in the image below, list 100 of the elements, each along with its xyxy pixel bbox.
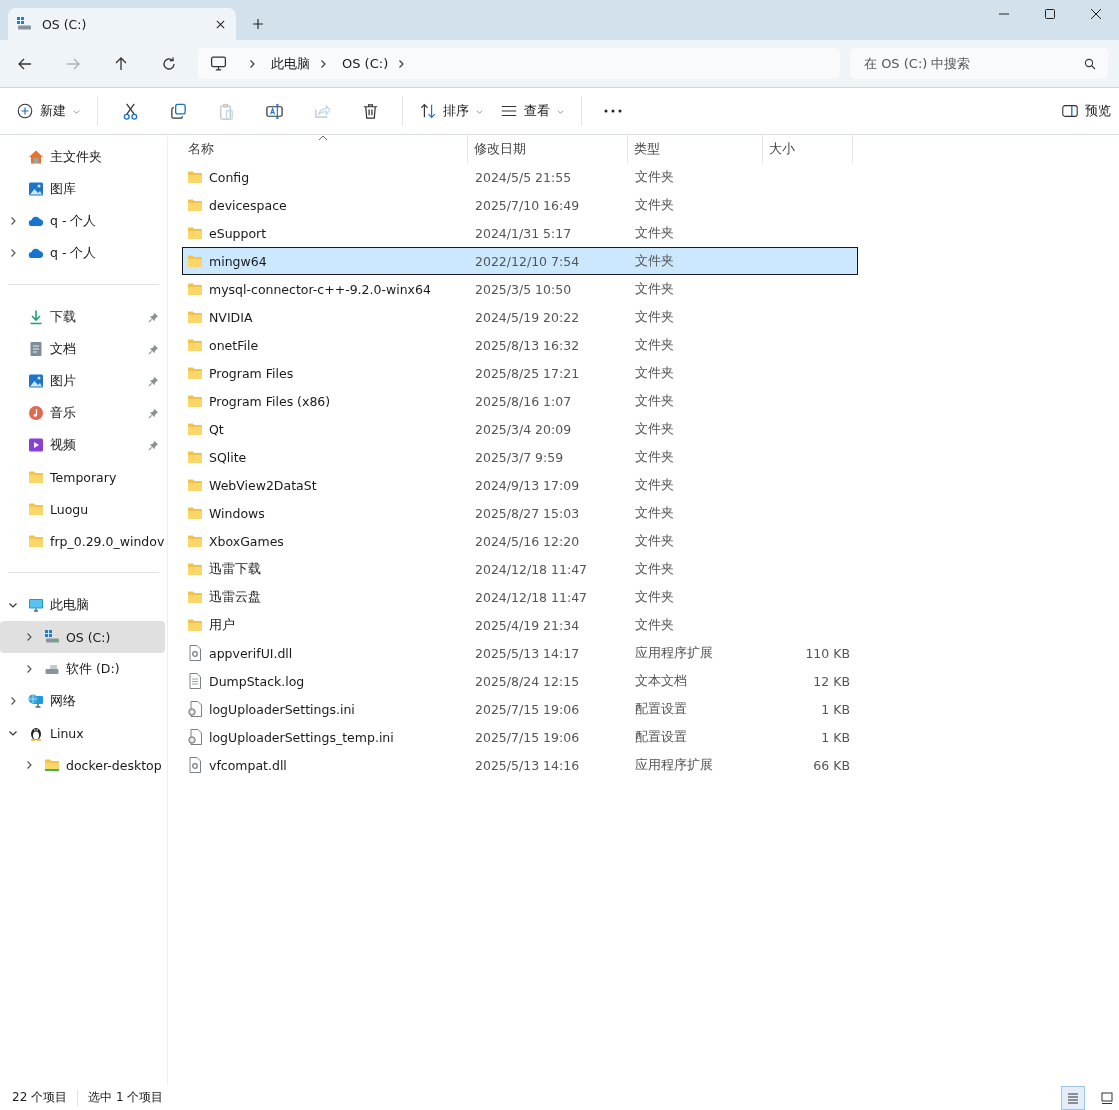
chevron-right-icon[interactable] — [8, 216, 18, 226]
file-row[interactable]: logUploaderSettings_temp.ini 2025/7/15 19:06 配置设置 1 KB — [182, 723, 858, 751]
breadcrumb-item[interactable]: 此电脑 — [271, 54, 310, 73]
chevron-right-icon[interactable] — [247, 58, 257, 69]
more-icon[interactable] — [604, 109, 622, 113]
file-row[interactable]: logUploaderSettings.ini 2025/7/15 19:06 配置设置 1 KB — [182, 695, 858, 723]
chevron-right-icon[interactable] — [24, 632, 34, 642]
folder-icon — [187, 197, 203, 213]
column-header[interactable]: 类型 — [628, 135, 763, 163]
date-cell: 2025/8/13 16:32 — [475, 337, 580, 353]
file-row[interactable]: appverifUI.dll 2025/5/13 14:17 应用程序扩展 110 KB — [182, 639, 858, 667]
pin-icon[interactable] — [148, 407, 159, 419]
window-tab[interactable]: OS (C:) — [8, 8, 236, 40]
sidebar-item[interactable]: 主文件夹 — [0, 141, 165, 173]
sidebar-item[interactable]: 图库 — [0, 173, 165, 205]
picture-icon — [28, 373, 44, 389]
rename-icon[interactable] — [264, 101, 284, 121]
file-row[interactable]: SQlite 2025/3/7 9:59 文件夹 — [182, 443, 858, 471]
sidebar-item[interactable]: 此电脑 — [0, 589, 165, 621]
file-name: onetFile — [209, 337, 259, 353]
file-row[interactable]: NVIDIA 2024/5/19 20:22 文件夹 — [182, 303, 858, 331]
sidebar-item[interactable]: 视频 — [0, 429, 165, 461]
sort-button[interactable]: 排序 — [411, 96, 492, 126]
sidebar-item[interactable]: 网络 — [0, 685, 165, 717]
file-row[interactable]: 迅雷云盘 2024/12/18 11:47 文件夹 — [182, 583, 858, 611]
file-row[interactable]: devicespace 2025/7/10 16:49 文件夹 — [182, 191, 858, 219]
file-name: WebView2DataSt — [209, 477, 317, 493]
file-row[interactable]: 迅雷下载 2024/12/18 11:47 文件夹 — [182, 555, 858, 583]
settings-file-icon — [187, 729, 203, 745]
new-button[interactable]: 新建 — [8, 96, 89, 126]
sidebar-item[interactable]: Linux — [0, 717, 165, 749]
type-cell: 文件夹 — [635, 308, 674, 326]
file-row[interactable]: 用户 2025/4/19 21:34 文件夹 — [182, 611, 858, 639]
date-cell: 2025/4/19 21:34 — [475, 617, 580, 633]
sidebar-item[interactable]: q - 个人 — [0, 205, 165, 237]
type-cell: 文件夹 — [635, 280, 674, 298]
search-field[interactable]: 在 OS (C:) 中搜索 — [850, 48, 1108, 79]
file-row[interactable]: onetFile 2025/8/13 16:32 文件夹 — [182, 331, 858, 359]
sidebar-item[interactable]: OS (C:) — [0, 621, 165, 653]
sidebar-item[interactable]: q - 个人 — [0, 237, 165, 269]
chevron-down-icon[interactable] — [8, 600, 18, 610]
chevron-right-icon[interactable] — [318, 58, 328, 69]
date-cell: 2025/3/5 10:50 — [475, 281, 572, 297]
chevron-right-icon[interactable] — [8, 248, 18, 258]
close-icon[interactable] — [1090, 8, 1102, 20]
file-row[interactable]: mysql-connector-c++-9.2.0-winx64 2025/3/5 10:50 文件夹 — [182, 275, 858, 303]
sidebar-item[interactable]: 下载 — [0, 301, 165, 333]
chevron-right-icon[interactable] — [24, 760, 34, 770]
pin-icon[interactable] — [148, 375, 159, 387]
file-row[interactable]: DumpStack.log 2025/8/24 12:15 文本文档 12 KB — [182, 667, 858, 695]
pin-icon[interactable] — [148, 439, 159, 451]
file-row[interactable]: XboxGames 2024/5/16 12:20 文件夹 — [182, 527, 858, 555]
file-row[interactable]: Windows 2025/8/27 15:03 文件夹 — [182, 499, 858, 527]
sidebar-item[interactable]: Luogu — [0, 493, 165, 525]
details-view-button[interactable] — [1061, 1085, 1085, 1110]
view-button[interactable]: 查看 — [492, 96, 573, 126]
copy-icon[interactable] — [168, 101, 188, 121]
chevron-right-icon[interactable] — [24, 664, 34, 674]
pin-icon[interactable] — [148, 343, 159, 355]
chevron-right-icon[interactable] — [8, 696, 18, 706]
plus-icon[interactable] — [252, 18, 264, 30]
type-cell: 配置设置 — [635, 728, 687, 746]
up-arrow-icon[interactable] — [113, 55, 129, 72]
pin-icon[interactable] — [148, 311, 159, 323]
file-row[interactable]: WebView2DataSt 2024/9/13 17:09 文件夹 — [182, 471, 858, 499]
date-cell: 2025/7/15 19:06 — [475, 701, 580, 717]
monitor-icon — [210, 55, 227, 72]
file-name: devicespace — [209, 197, 287, 213]
sidebar-item[interactable]: 软件 (D:) — [0, 653, 165, 685]
file-name: Qt — [209, 421, 224, 437]
sidebar-item[interactable]: docker-desktop — [0, 749, 165, 781]
column-header[interactable]: 大小 — [763, 135, 853, 163]
column-header[interactable]: 修改日期 — [468, 135, 628, 163]
file-row[interactable]: Config 2024/5/5 21:55 文件夹 — [182, 163, 858, 191]
close-icon[interactable] — [215, 18, 226, 30]
folder-icon — [28, 533, 44, 549]
preview-button[interactable]: 预览 — [1053, 96, 1119, 126]
settings-file-icon — [187, 701, 203, 717]
type-cell: 文件夹 — [635, 616, 674, 634]
file-row[interactable]: Program Files (x86) 2025/8/16 1:07 文件夹 — [182, 387, 858, 415]
chevron-down-icon[interactable] — [8, 728, 18, 738]
maximize-icon[interactable] — [1044, 8, 1056, 20]
column-header[interactable]: 名称 — [168, 135, 468, 163]
sidebar-item[interactable]: 文档 — [0, 333, 165, 365]
sidebar-item[interactable]: Temporary — [0, 461, 165, 493]
sidebar-item[interactable]: 图片 — [0, 365, 165, 397]
file-row[interactable]: mingw64 2022/12/10 7:54 文件夹 — [182, 247, 858, 275]
date-cell: 2025/8/24 12:15 — [475, 673, 580, 689]
folder-icon — [44, 757, 60, 773]
sidebar-item[interactable]: frp_0.29.0_windov — [0, 525, 165, 557]
file-row[interactable]: Program Files 2025/8/25 17:21 文件夹 — [182, 359, 858, 387]
address-bar[interactable]: 此电脑 OS (C:) — [198, 48, 840, 79]
file-row[interactable]: vfcompat.dll 2025/5/13 14:16 应用程序扩展 66 KB — [182, 751, 858, 779]
file-row[interactable]: Qt 2025/3/4 20:09 文件夹 — [182, 415, 858, 443]
drive-icon — [16, 16, 32, 32]
breadcrumb-item[interactable]: OS (C:) — [342, 56, 389, 71]
refresh-icon[interactable] — [161, 55, 177, 72]
sidebar-item[interactable]: 音乐 — [0, 397, 165, 429]
size-cell: 1 KB — [821, 701, 850, 717]
file-row[interactable]: eSupport 2024/1/31 5:17 文件夹 — [182, 219, 858, 247]
